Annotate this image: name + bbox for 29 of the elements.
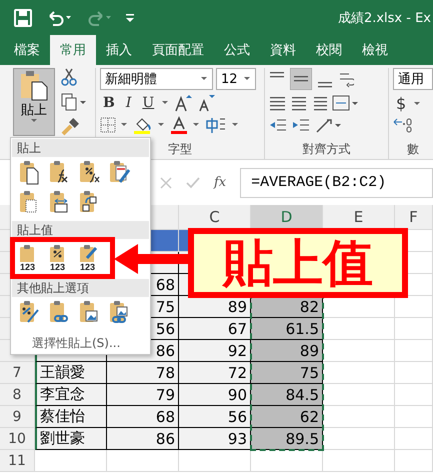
menu-section-header: 貼上值	[12, 221, 149, 239]
group-label: 數	[406, 141, 420, 158]
table-cell: 93	[179, 428, 251, 450]
table-cell: 72	[179, 362, 251, 384]
table-cell: 75	[251, 362, 323, 384]
table-cell: 61.5	[251, 318, 323, 340]
table-cell: 67	[179, 318, 251, 340]
table-cell: 蔡佳怡	[35, 406, 107, 428]
window-title: 成績2.xlsx - Ex	[338, 10, 431, 26]
table-cell: 92	[179, 340, 251, 362]
table-cell: 90	[179, 384, 251, 406]
table-cell: 李宜念	[35, 384, 107, 406]
table-cell: 89	[251, 340, 323, 362]
callout: 貼上值	[188, 228, 408, 298]
table-cell: 劉世豪	[35, 428, 107, 450]
menu-section-header: 其他貼上選項	[12, 279, 149, 297]
table-cell: 56	[179, 406, 251, 428]
table-cell: 84.5	[251, 384, 323, 406]
table-cell: 62	[251, 406, 323, 428]
group-label: 字型	[167, 141, 193, 158]
table-cell: 王韻愛	[35, 362, 107, 384]
group-label: 對齊方式	[302, 141, 352, 158]
table-cell: 89	[179, 296, 251, 318]
table-cell: 68	[107, 406, 179, 428]
table-cell: 78	[107, 362, 179, 384]
menu-section-header: 貼上	[12, 139, 149, 157]
table-cell: 89.5	[251, 428, 323, 450]
table-cell: 79	[107, 384, 179, 406]
table-cell: 86	[107, 428, 179, 450]
